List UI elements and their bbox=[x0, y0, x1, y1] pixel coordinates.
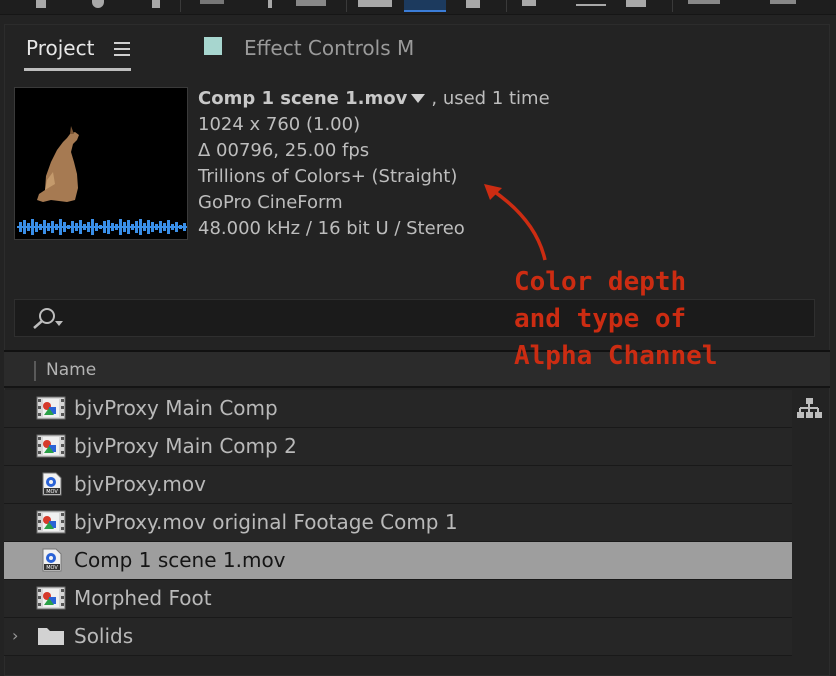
project-item-row[interactable]: › Solids bbox=[4, 618, 792, 656]
toolbar-divider bbox=[672, 0, 673, 12]
puppet-tool-icon[interactable] bbox=[770, 0, 796, 4]
zoom-tool-icon[interactable] bbox=[152, 0, 160, 8]
effect-controls-label-swatch bbox=[204, 37, 222, 55]
project-item-label: bjvProxy Main Comp 2 bbox=[74, 434, 297, 458]
project-item-label: Solids bbox=[74, 624, 134, 648]
rotate-tool-icon[interactable] bbox=[200, 0, 224, 4]
toolbar-divider bbox=[180, 0, 181, 12]
footage-usage: , used 1 time bbox=[431, 88, 550, 109]
project-item-label: bjvProxy Main Comp bbox=[74, 396, 278, 420]
annotation-text: Color depth and type of Alpha Channel bbox=[514, 264, 718, 375]
tab-effect-controls[interactable]: Effect Controls M bbox=[244, 36, 414, 60]
roto-tool-icon[interactable] bbox=[688, 0, 720, 4]
svg-text:MOV: MOV bbox=[46, 565, 58, 571]
pen-tool-icon[interactable] bbox=[404, 0, 446, 12]
chevron-right-icon[interactable]: › bbox=[12, 626, 18, 645]
brush-tool-icon[interactable] bbox=[522, 0, 536, 6]
text-tool-icon[interactable] bbox=[466, 0, 480, 8]
camera-tool-icon[interactable] bbox=[268, 0, 272, 8]
tools-toolbar bbox=[0, 0, 836, 15]
pan-behind-tool-icon[interactable] bbox=[296, 0, 326, 6]
project-item-row[interactable]: MOV bjvProxy.mov bbox=[4, 466, 792, 504]
project-item-row[interactable]: bjvProxy Main Comp 2 bbox=[4, 428, 792, 466]
composition-icon bbox=[36, 510, 66, 534]
search-icon[interactable] bbox=[29, 307, 63, 331]
svg-text:MOV: MOV bbox=[46, 489, 58, 495]
clone-tool-icon[interactable] bbox=[576, 4, 606, 6]
project-item-label: Morphed Foot bbox=[74, 586, 212, 610]
annotation-line: Color depth bbox=[514, 267, 687, 297]
annotation-line: and type of bbox=[514, 304, 687, 334]
movie-file-icon: MOV bbox=[42, 548, 62, 572]
toolbar-divider bbox=[346, 0, 347, 12]
project-item-row[interactable]: Morphed Foot bbox=[4, 580, 792, 618]
rectangle-tool-icon[interactable] bbox=[358, 0, 392, 7]
footage-name: Comp 1 scene 1.mov bbox=[198, 88, 408, 109]
movie-file-icon: MOV bbox=[42, 472, 62, 496]
composition-icon bbox=[36, 396, 66, 420]
eraser-tool-icon[interactable] bbox=[626, 0, 646, 7]
project-items-list: bjvProxy Main Comp bjvProxy Main Comp 2 … bbox=[4, 390, 792, 656]
hand-tool-icon[interactable] bbox=[92, 0, 104, 8]
annotation-arrow bbox=[484, 184, 547, 261]
project-item-label: bjvProxy.mov bbox=[74, 472, 206, 496]
project-item-row[interactable]: bjvProxy Main Comp bbox=[4, 390, 792, 428]
footage-title-line: Comp 1 scene 1.mov , used 1 time bbox=[198, 86, 550, 112]
usage-dropdown-icon[interactable] bbox=[411, 93, 426, 103]
flowchart-icon[interactable] bbox=[795, 397, 823, 421]
folder-icon bbox=[38, 628, 64, 645]
footage-duration-fps: Δ 00796, 25.00 fps bbox=[198, 140, 370, 161]
project-item-label: bjvProxy.mov original Footage Comp 1 bbox=[74, 510, 458, 534]
toolbar-divider bbox=[506, 0, 507, 12]
project-item-label: Comp 1 scene 1.mov bbox=[74, 548, 286, 572]
footage-thumbnail bbox=[14, 87, 188, 240]
composition-icon bbox=[36, 586, 66, 610]
selection-tool-icon[interactable] bbox=[36, 0, 46, 8]
project-item-row[interactable]: bjvProxy.mov original Footage Comp 1 bbox=[4, 504, 792, 542]
audio-waveform bbox=[17, 219, 187, 235]
panel-menu-icon[interactable] bbox=[114, 42, 130, 56]
project-item-row-selected[interactable]: MOV Comp 1 scene 1.mov bbox=[4, 542, 792, 580]
column-label-tick bbox=[34, 361, 36, 381]
tab-project[interactable]: Project bbox=[26, 36, 94, 60]
composition-icon bbox=[36, 434, 66, 458]
column-header-name[interactable]: Name bbox=[46, 360, 96, 380]
annotation-line: Alpha Channel bbox=[514, 341, 718, 371]
footage-dimensions: 1024 x 760 (1.00) bbox=[198, 114, 361, 135]
active-tab-indicator bbox=[24, 68, 131, 71]
